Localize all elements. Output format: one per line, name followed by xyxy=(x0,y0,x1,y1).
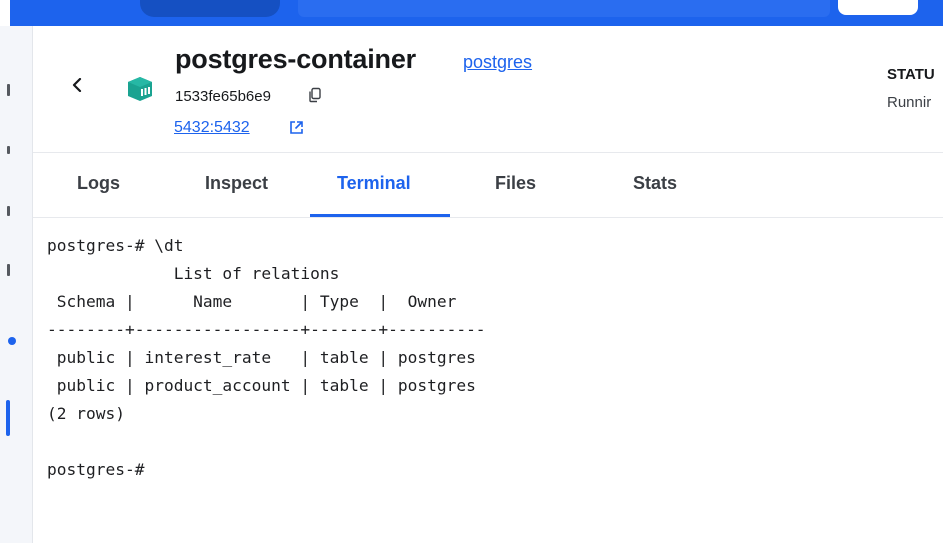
tab-logs[interactable]: Logs xyxy=(77,173,120,194)
terminal-panel[interactable]: postgres-# \dt List of relations Schema … xyxy=(33,218,943,543)
terminal-line: public | interest_rate | table | postgre… xyxy=(47,348,476,367)
container-icon xyxy=(128,77,152,101)
top-bar-search[interactable] xyxy=(298,0,830,17)
copy-icon[interactable] xyxy=(307,87,323,103)
top-bar-menu[interactable] xyxy=(140,0,280,17)
container-header: postgres-container postgres 1533fe65b6e9… xyxy=(33,26,943,153)
port-mapping-link[interactable]: 5432:5432 xyxy=(174,119,250,137)
terminal-line: Schema | Name | Type | Owner xyxy=(47,292,457,311)
nav-notification-dot xyxy=(8,337,16,345)
top-bar-control[interactable] xyxy=(838,0,918,15)
status-label: STATU xyxy=(887,66,935,83)
container-id: 1533fe65b6e9 xyxy=(175,88,271,105)
tab-stats[interactable]: Stats xyxy=(633,173,677,194)
nav-item-icon[interactable] xyxy=(7,146,10,154)
tab-inspect[interactable]: Inspect xyxy=(205,173,268,194)
status-value: Runnir xyxy=(887,94,932,111)
terminal-line: (2 rows) xyxy=(47,404,125,423)
nav-item-icon[interactable] xyxy=(7,206,10,216)
container-tabs: Logs Inspect Terminal Files Stats xyxy=(33,153,943,218)
nav-item-icon[interactable] xyxy=(7,264,10,276)
container-name: postgres-container xyxy=(175,44,416,74)
tab-terminal[interactable]: Terminal xyxy=(337,173,411,194)
nav-active-indicator xyxy=(6,400,10,436)
terminal-line: --------+-----------------+-------+-----… xyxy=(47,320,486,339)
top-app-bar xyxy=(0,0,943,26)
external-link-icon[interactable] xyxy=(289,120,304,135)
image-link[interactable]: postgres xyxy=(463,52,532,73)
tab-files[interactable]: Files xyxy=(495,173,536,194)
nav-item-icon[interactable] xyxy=(7,84,10,96)
terminal-line: List of relations xyxy=(47,264,340,283)
active-tab-indicator xyxy=(310,214,450,217)
back-arrow-icon[interactable] xyxy=(70,78,84,92)
terminal-line: public | product_account | table | postg… xyxy=(47,376,476,395)
terminal-prompt[interactable]: postgres-# xyxy=(47,460,154,479)
left-nav-rail xyxy=(0,26,33,543)
terminal-line: postgres-# \dt xyxy=(47,236,184,255)
